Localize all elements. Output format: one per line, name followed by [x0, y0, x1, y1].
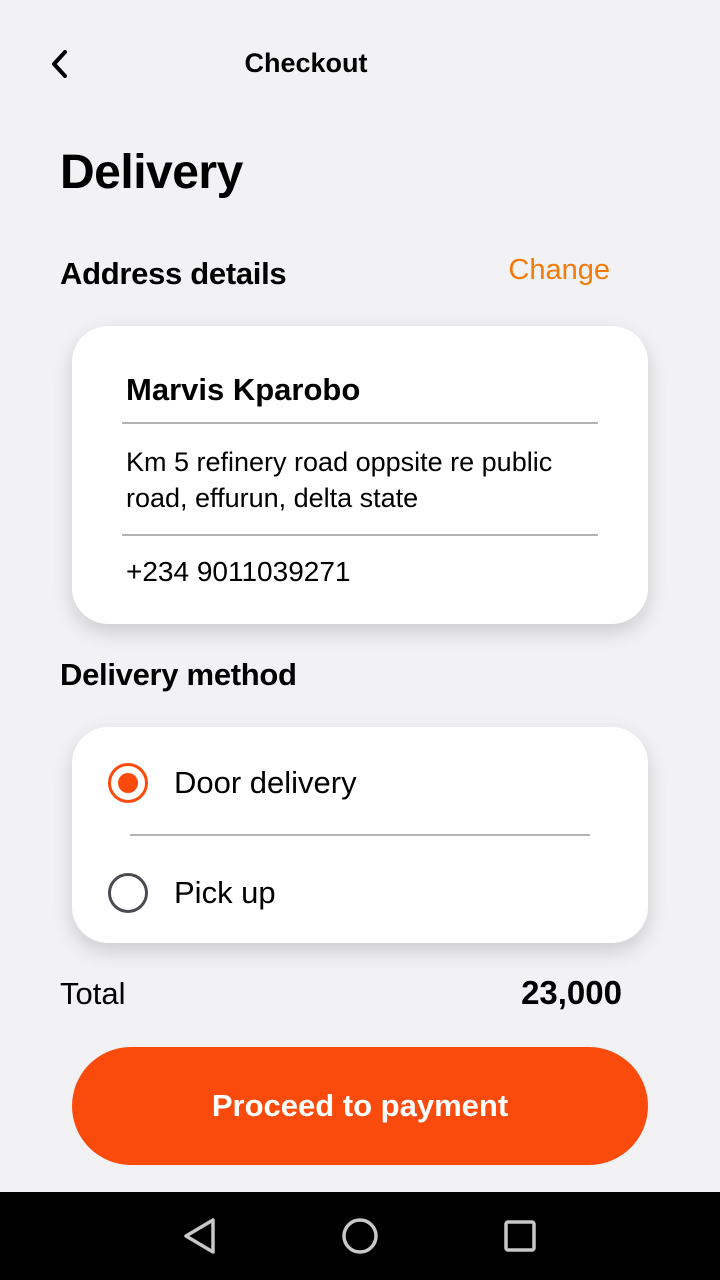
square-recents-icon: [504, 1220, 536, 1252]
phone-number: +234 9011039271: [126, 556, 351, 587]
divider: [122, 534, 598, 536]
pick-up-option[interactable]: Pick up: [108, 863, 608, 923]
radio-selected-icon[interactable]: [108, 763, 148, 803]
divider: [130, 834, 590, 836]
system-navigation-bar: [0, 1192, 720, 1280]
recipient-name: Marvis Kparobo: [126, 372, 361, 407]
door-delivery-option[interactable]: Door delivery: [108, 753, 608, 813]
radio-unselected-icon[interactable]: [108, 873, 148, 913]
divider: [122, 422, 598, 424]
proceed-to-payment-button[interactable]: Proceed to payment: [72, 1047, 648, 1165]
option-label: Door delivery: [174, 765, 357, 800]
option-label: Pick up: [174, 875, 276, 910]
page-title: Delivery: [60, 146, 243, 199]
total-value: 23,000: [521, 974, 622, 1011]
delivery-method-card: Door delivery Pick up: [72, 727, 648, 943]
triangle-back-icon: [184, 1218, 215, 1254]
system-home-button[interactable]: [315, 1192, 405, 1280]
total-label: Total: [60, 976, 126, 1011]
address-section-title: Address details: [60, 256, 287, 291]
delivery-method-title: Delivery method: [60, 657, 297, 692]
page-header-title: Checkout: [244, 48, 368, 78]
circle-home-icon: [342, 1218, 378, 1254]
street-address: Km 5 refinery road oppsite re public roa…: [126, 447, 553, 513]
top-app-bar: Checkout: [0, 0, 720, 130]
system-back-button[interactable]: [155, 1192, 245, 1280]
address-card: Marvis Kparobo Km 5 refinery road oppsit…: [72, 326, 648, 624]
change-address-link[interactable]: Change: [508, 254, 610, 287]
system-recents-button[interactable]: [475, 1192, 565, 1280]
